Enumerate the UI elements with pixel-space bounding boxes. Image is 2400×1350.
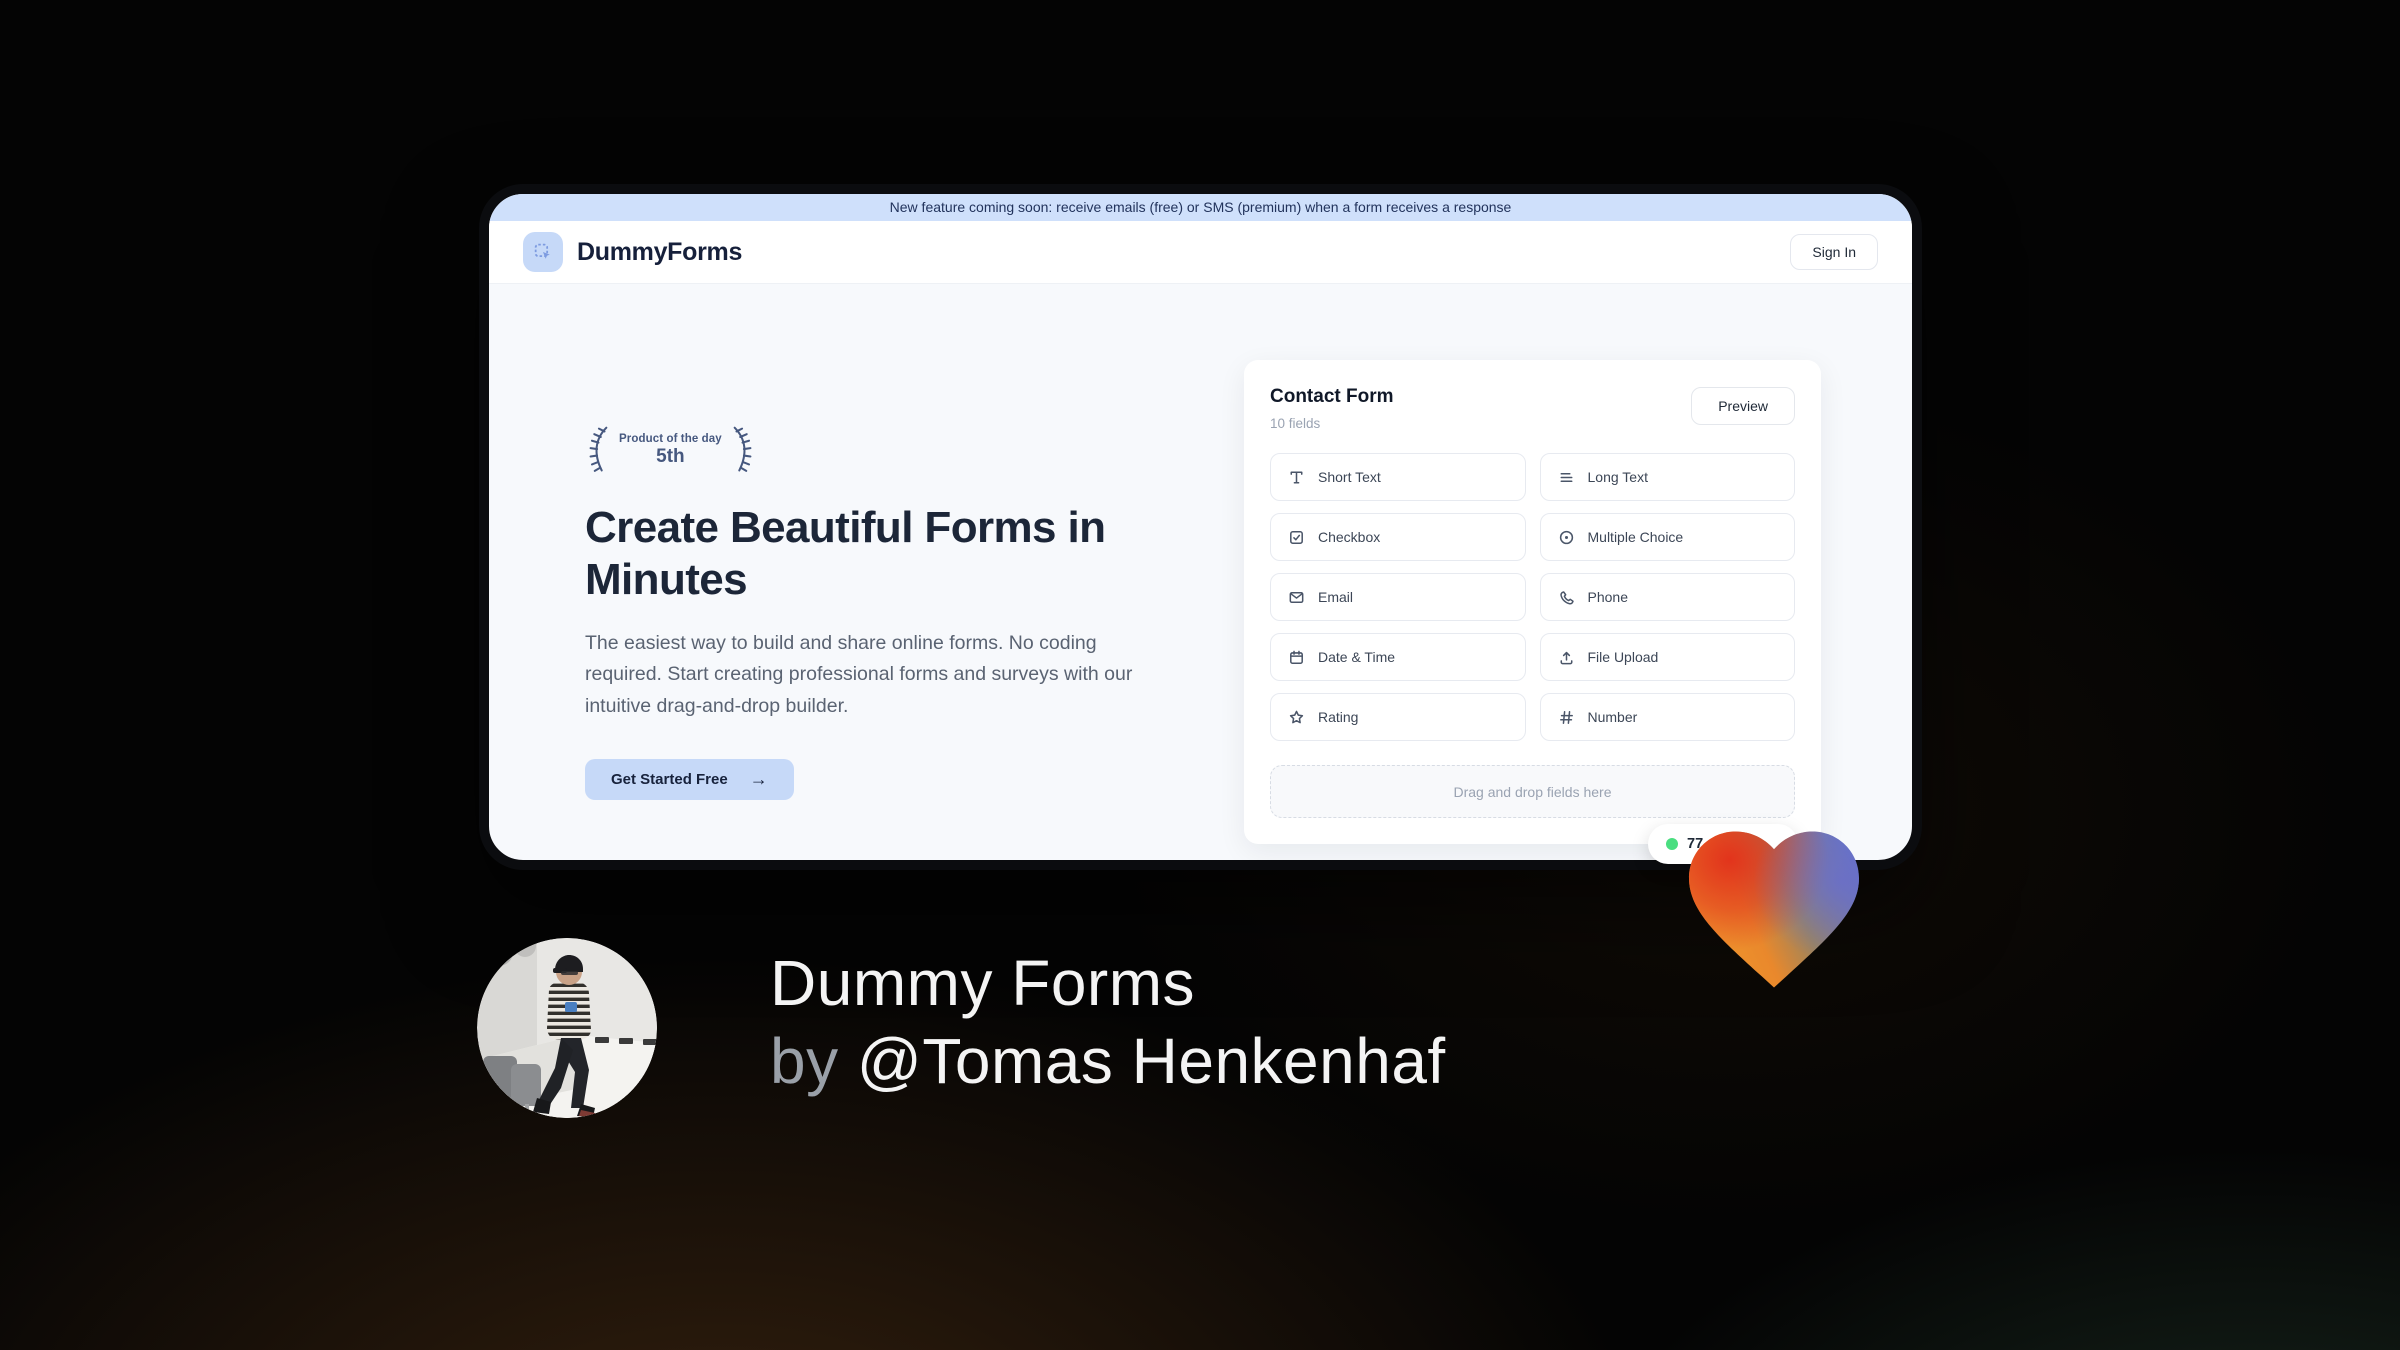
star-icon xyxy=(1289,710,1304,723)
checkbox-icon xyxy=(1290,530,1303,544)
hero-section: Product of the day 5th Create Beautiful … xyxy=(489,284,1912,860)
product-title: Dummy Forms xyxy=(770,947,1196,1019)
logo[interactable] xyxy=(523,232,563,272)
hero-content: Product of the day 5th Create Beautiful … xyxy=(585,424,1160,800)
award-rank: 5th xyxy=(656,445,685,467)
field-type-number[interactable]: Number xyxy=(1539,693,1795,741)
field-type-grid: Short Text Long Text Checkbox Multiple C… xyxy=(1270,453,1795,741)
multiple-choice-icon xyxy=(1559,530,1573,544)
arrow-right-icon: → xyxy=(749,768,768,789)
preview-button[interactable]: Preview xyxy=(1691,387,1795,425)
short-text-icon xyxy=(1290,471,1303,483)
laurel-right-icon xyxy=(733,426,752,472)
long-text-icon xyxy=(1560,472,1572,482)
product-of-the-day-badge: Product of the day 5th xyxy=(585,424,756,476)
author-avatar xyxy=(477,938,657,1118)
upload-icon xyxy=(1560,651,1572,664)
get-started-button[interactable]: Get Started Free → xyxy=(585,758,794,800)
field-type-rating[interactable]: Rating xyxy=(1270,693,1526,741)
author-caption: Dummy Forms by @Tomas Henkenhaf xyxy=(770,944,1446,1100)
field-type-long-text[interactable]: Long Text xyxy=(1539,453,1795,501)
field-type-date-time[interactable]: Date & Time xyxy=(1270,633,1526,681)
get-started-label: Get Started Free xyxy=(611,770,728,788)
award-title: Product of the day xyxy=(619,432,722,445)
promo-background: New feature coming soon: receive emails … xyxy=(0,0,2400,1350)
field-type-email[interactable]: Email xyxy=(1270,573,1526,621)
sign-in-button[interactable]: Sign In xyxy=(1790,234,1878,270)
browser-window: New feature coming soon: receive emails … xyxy=(479,184,1922,870)
author-handle: @Tomas Henkenhaf xyxy=(856,1025,1446,1098)
byline-prefix: by xyxy=(770,1025,857,1098)
select-cursor-icon xyxy=(534,243,550,259)
announcement-banner: New feature coming soon: receive emails … xyxy=(489,194,1912,221)
hero-description: The easiest way to build and share onlin… xyxy=(585,631,1133,717)
brand-name: DummyForms xyxy=(577,237,743,266)
field-type-file-upload[interactable]: File Upload xyxy=(1539,633,1795,681)
hash-icon xyxy=(1559,710,1573,724)
site-header: DummyForms Sign In xyxy=(489,221,1912,284)
email-icon xyxy=(1289,591,1304,603)
form-builder-card: Contact Form 10 fields Preview Short Tex… xyxy=(1244,360,1821,844)
laurel-left-icon xyxy=(589,426,608,472)
field-type-checkbox[interactable]: Checkbox xyxy=(1270,513,1526,561)
award-text: Product of the day 5th xyxy=(619,433,722,468)
gradient-heart-logo xyxy=(1689,831,1859,988)
calendar-icon xyxy=(1290,650,1303,664)
phone-icon xyxy=(1559,590,1574,605)
field-type-phone[interactable]: Phone xyxy=(1539,573,1795,621)
byline: by @Tomas Henkenhaf xyxy=(770,1022,1446,1100)
hero-title: Create Beautiful Forms in Minutes xyxy=(585,503,1106,604)
field-type-multiple-choice[interactable]: Multiple Choice xyxy=(1539,513,1795,561)
field-type-short-text[interactable]: Short Text xyxy=(1270,453,1526,501)
